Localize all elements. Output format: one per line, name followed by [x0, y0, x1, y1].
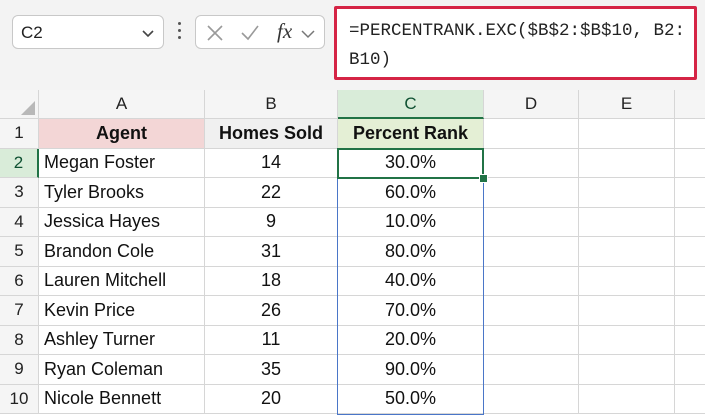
- spreadsheet-grid: A B C D E 1 Agent Homes Sold Percent Ran…: [0, 90, 705, 418]
- cell-empty[interactable]: [675, 267, 705, 296]
- cell-empty[interactable]: [579, 355, 675, 385]
- cell-empty[interactable]: [484, 384, 579, 414]
- cell-empty[interactable]: [579, 237, 675, 267]
- cell-percent-rank[interactable]: 90.0%: [338, 355, 484, 385]
- row-header-1[interactable]: 1: [0, 119, 39, 149]
- cell-agent[interactable]: Ryan Coleman: [39, 355, 205, 385]
- cell-empty[interactable]: [579, 207, 675, 237]
- cell-empty[interactable]: [484, 237, 579, 267]
- formula-controls: fx: [195, 15, 325, 49]
- cell-empty[interactable]: [579, 148, 675, 178]
- cell-agent[interactable]: Tyler Brooks: [39, 178, 205, 208]
- cell-empty[interactable]: [579, 384, 675, 414]
- select-all-corner[interactable]: [0, 90, 39, 119]
- row-header-7[interactable]: 7: [0, 296, 39, 326]
- cell-homes-sold[interactable]: 35: [205, 355, 338, 385]
- cell-empty[interactable]: [675, 237, 705, 267]
- cell-homes-sold[interactable]: 26: [205, 296, 338, 326]
- cell-empty[interactable]: [484, 355, 579, 385]
- cell-percent-rank[interactable]: 60.0%: [338, 178, 484, 208]
- row-header-9[interactable]: 9: [0, 355, 39, 385]
- cell-empty[interactable]: [484, 148, 579, 178]
- cell-empty[interactable]: [579, 178, 675, 208]
- cell-agent[interactable]: Kevin Price: [39, 296, 205, 326]
- cell-empty[interactable]: [579, 296, 675, 326]
- row-header-8[interactable]: 8: [0, 325, 39, 355]
- cell-homes-sold[interactable]: 11: [205, 325, 338, 355]
- cell-percent-rank[interactable]: 30.0%: [338, 148, 484, 178]
- column-header-a[interactable]: A: [39, 90, 205, 119]
- name-box[interactable]: C2: [12, 15, 164, 49]
- more-options-icon[interactable]: [175, 22, 183, 44]
- cell-empty[interactable]: [484, 325, 579, 355]
- cell-empty[interactable]: [675, 355, 705, 385]
- cell-agent[interactable]: Ashley Turner: [39, 325, 205, 355]
- cell-percent-rank[interactable]: 50.0%: [338, 384, 484, 414]
- cell-percent-rank[interactable]: 20.0%: [338, 325, 484, 355]
- enter-icon[interactable]: [240, 23, 260, 43]
- cell-empty[interactable]: [675, 149, 705, 178]
- chevron-down-icon[interactable]: [300, 23, 316, 43]
- column-header-e[interactable]: E: [579, 90, 675, 119]
- header-homes-sold[interactable]: Homes Sold: [205, 119, 338, 149]
- formula-input[interactable]: =PERCENTRANK.EXC($B$2:$B$10, B2:B10): [334, 6, 697, 80]
- formula-bar-area: C2 fx =PERCENTRANK.EXC($B$2:$B$10, B2:B1…: [0, 0, 705, 90]
- column-header-partial: [675, 90, 705, 119]
- cell-homes-sold[interactable]: 14: [205, 148, 338, 178]
- row-header-3[interactable]: 3: [0, 178, 39, 208]
- cell-empty[interactable]: [675, 208, 705, 237]
- cell-homes-sold[interactable]: 31: [205, 237, 338, 267]
- cancel-icon[interactable]: [205, 23, 225, 43]
- cell-homes-sold[interactable]: 22: [205, 178, 338, 208]
- cell-agent[interactable]: Jessica Hayes: [39, 207, 205, 237]
- cell-empty[interactable]: [675, 178, 705, 208]
- cell-empty[interactable]: [675, 385, 705, 414]
- function-icon[interactable]: fx: [277, 19, 292, 44]
- cell-homes-sold[interactable]: 20: [205, 384, 338, 414]
- name-box-value: C2: [21, 23, 43, 42]
- cell-f1[interactable]: [675, 119, 705, 149]
- cell-empty[interactable]: [484, 296, 579, 326]
- cell-empty[interactable]: [675, 326, 705, 355]
- header-agent[interactable]: Agent: [39, 119, 205, 149]
- cell-agent[interactable]: Megan Foster: [39, 148, 205, 178]
- row-header-2[interactable]: 2: [0, 148, 39, 178]
- cell-agent[interactable]: Lauren Mitchell: [39, 266, 205, 296]
- cell-empty[interactable]: [675, 296, 705, 326]
- cell-empty[interactable]: [484, 266, 579, 296]
- cell-empty[interactable]: [579, 266, 675, 296]
- cell-agent[interactable]: Nicole Bennett: [39, 384, 205, 414]
- row-header-5[interactable]: 5: [0, 237, 39, 267]
- cell-percent-rank[interactable]: 80.0%: [338, 237, 484, 267]
- cell-empty[interactable]: [484, 178, 579, 208]
- column-header-b[interactable]: B: [205, 90, 338, 119]
- cell-agent[interactable]: Brandon Cole: [39, 237, 205, 267]
- cell-d1[interactable]: [484, 119, 579, 149]
- cell-empty[interactable]: [484, 207, 579, 237]
- header-percent-rank[interactable]: Percent Rank: [338, 119, 484, 149]
- fill-handle[interactable]: [479, 174, 488, 183]
- row-header-6[interactable]: 6: [0, 266, 39, 296]
- cell-percent-rank[interactable]: 40.0%: [338, 266, 484, 296]
- cell-homes-sold[interactable]: 9: [205, 207, 338, 237]
- cell-e1[interactable]: [579, 119, 675, 149]
- formula-text: =PERCENTRANK.EXC($B$2:$B$10, B2:B10): [349, 21, 686, 70]
- row-header-4[interactable]: 4: [0, 207, 39, 237]
- column-header-d[interactable]: D: [484, 90, 579, 119]
- cell-empty[interactable]: [579, 325, 675, 355]
- chevron-down-icon[interactable]: [139, 24, 157, 42]
- cell-percent-rank[interactable]: 10.0%: [338, 207, 484, 237]
- cell-homes-sold[interactable]: 18: [205, 266, 338, 296]
- column-header-c[interactable]: C: [338, 90, 484, 119]
- row-header-10[interactable]: 10: [0, 384, 39, 414]
- cell-percent-rank[interactable]: 70.0%: [338, 296, 484, 326]
